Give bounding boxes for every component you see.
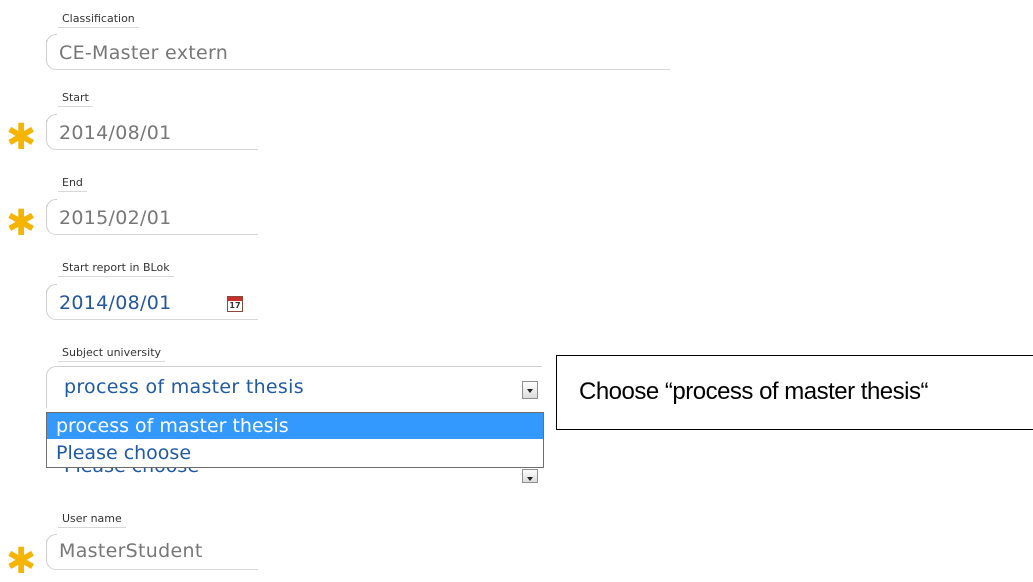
subject-university-dropdown-list: process of master thesis Please choose	[46, 412, 544, 468]
required-asterisk-icon: ✱	[6, 541, 37, 582]
subject-university-label: Subject university	[58, 346, 166, 362]
instruction-callout: Choose “process of master thesis“	[556, 355, 1033, 430]
classification-label: Classification	[58, 12, 139, 28]
start-label: Start	[58, 91, 93, 107]
dropdown-option[interactable]: Please choose	[47, 440, 543, 466]
required-asterisk-icon: ✱	[6, 203, 37, 244]
required-asterisk-icon: ✱	[6, 117, 37, 158]
classification-value: CE-Master extern	[59, 42, 229, 64]
user-name-field[interactable]: MasterStudent	[46, 534, 258, 570]
start-date-field[interactable]: 2014/08/01	[46, 114, 258, 150]
start-report-value: 2014/08/01	[59, 292, 172, 314]
chevron-down-icon[interactable]	[522, 469, 538, 483]
start-report-label: Start report in BLok	[58, 261, 174, 277]
subject-university-select[interactable]: process of master thesis	[46, 366, 542, 408]
classification-field[interactable]: CE-Master extern	[46, 34, 670, 70]
end-date-value: 2015/02/01	[59, 207, 172, 229]
start-date-value: 2014/08/01	[59, 122, 172, 144]
chevron-down-icon[interactable]	[522, 381, 538, 399]
end-date-field[interactable]: 2015/02/01	[46, 199, 258, 235]
start-report-field[interactable]: 2014/08/01 17	[46, 284, 258, 320]
user-name-value: MasterStudent	[59, 540, 203, 562]
callout-text: Choose “process of master thesis“	[579, 378, 928, 405]
calendar-icon[interactable]: 17	[227, 296, 243, 312]
user-name-label: User name	[58, 512, 126, 528]
subject-university-selected: process of master thesis	[64, 376, 304, 398]
end-label: End	[58, 176, 87, 192]
second-select[interactable]: Please choose	[46, 466, 542, 488]
dropdown-option[interactable]: process of master thesis	[47, 413, 543, 439]
